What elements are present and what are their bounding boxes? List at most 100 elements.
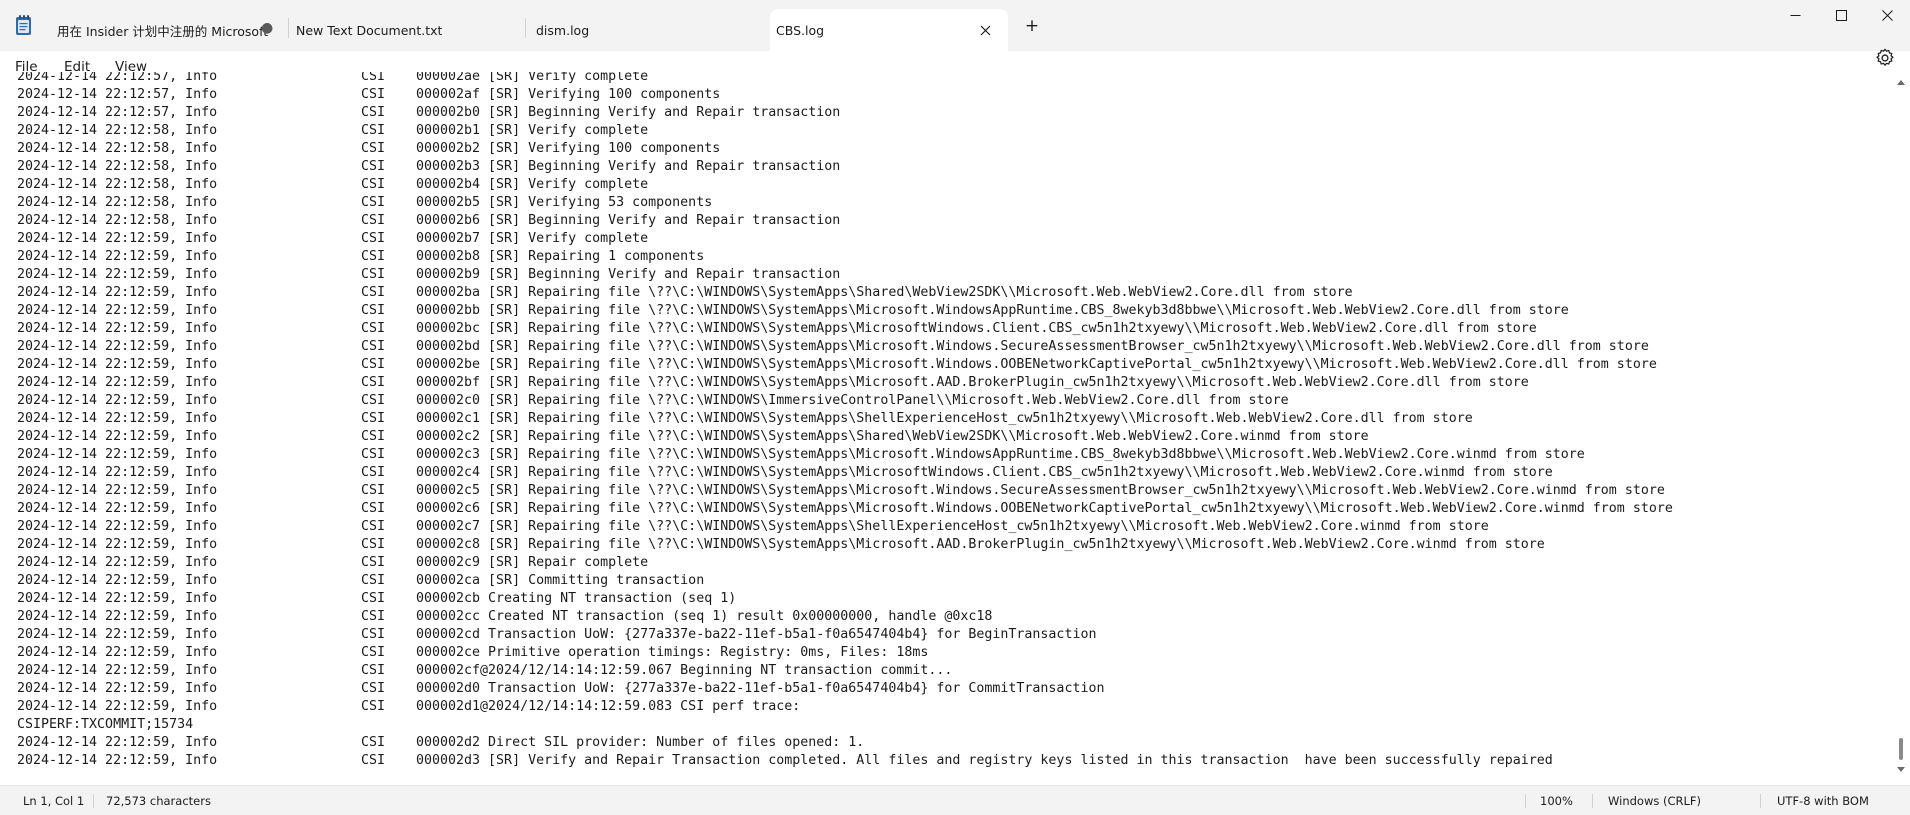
log-timestamp: 2024-12-14 22:12:59, Info	[17, 447, 218, 462]
log-timestamp: CSIPERF:TXCOMMIT;15734	[17, 717, 194, 732]
log-message: 000002cc Created NT transaction (seq 1) …	[416, 609, 993, 624]
log-message: 000002d3 [SR] Verify and Repair Transact…	[416, 753, 1553, 768]
log-timestamp: 2024-12-14 22:12:59, Info	[17, 267, 218, 282]
log-component: CSI	[361, 465, 386, 480]
log-message: 000002cd Transaction UoW: {277a337e-ba22…	[416, 627, 1097, 642]
log-timestamp: 2024-12-14 22:12:59, Info	[17, 321, 218, 336]
log-message: 000002c4 [SR] Repairing file \??\C:\WIND…	[416, 465, 1553, 480]
log-message: 000002c7 [SR] Repairing file \??\C:\WIND…	[416, 519, 1489, 534]
log-timestamp: 2024-12-14 22:12:59, Info	[17, 357, 218, 372]
log-component: CSI	[361, 267, 386, 282]
maximize-button[interactable]	[1818, 0, 1864, 30]
log-component: CSI	[361, 393, 386, 408]
log-timestamp: 2024-12-14 22:12:59, Info	[17, 429, 218, 444]
new-tab-button[interactable]: +	[1020, 14, 1044, 38]
log-timestamp: 2024-12-14 22:12:59, Info	[17, 627, 218, 642]
log-message: 000002b8 [SR] Repairing 1 components	[416, 249, 705, 264]
log-message: 000002b2 [SR] Verifying 100 components	[416, 141, 721, 156]
cursor-position[interactable]: Ln 1, Col 1	[23, 786, 84, 815]
scroll-down-arrow-icon[interactable]	[1896, 766, 1906, 774]
log-timestamp: 2024-12-14 22:12:59, Info	[17, 501, 218, 516]
log-component: CSI	[361, 663, 386, 678]
log-message: 000002d2 Direct SIL provider: Number of …	[416, 735, 865, 750]
text-editor[interactable]: 2024-12-14 22:12:57, Info CSI 000002ae […	[0, 72, 1892, 785]
log-timestamp: 2024-12-14 22:12:59, Info	[17, 681, 218, 696]
log-timestamp: 2024-12-14 22:12:58, Info	[17, 213, 218, 228]
log-component: CSI	[361, 447, 386, 462]
log-message: 000002c5 [SR] Repairing file \??\C:\WIND…	[416, 483, 1665, 498]
log-component: CSI	[361, 555, 386, 570]
log-component: CSI	[361, 231, 386, 246]
log-message: 000002d0 Transaction UoW: {277a337e-ba22…	[416, 681, 1105, 696]
log-timestamp: 2024-12-14 22:12:57, Info	[17, 87, 218, 102]
log-component: CSI	[361, 321, 386, 336]
log-component: CSI	[361, 105, 386, 120]
log-component: CSI	[361, 627, 386, 642]
log-component: CSI	[361, 213, 386, 228]
tab-new-text-document[interactable]: New Text Document.txt	[289, 9, 529, 51]
status-divider	[1525, 794, 1526, 808]
log-component: CSI	[361, 195, 386, 210]
zoom-level[interactable]: 100%	[1540, 786, 1573, 815]
log-message: 000002cb Creating NT transaction (seq 1)	[416, 591, 737, 606]
log-component: CSI	[361, 501, 386, 516]
log-component: CSI	[361, 483, 386, 498]
tab-insider[interactable]: 用在 Insider 计划中注册的 Microsoft ●	[46, 9, 286, 51]
log-timestamp: 2024-12-14 22:12:59, Info	[17, 519, 218, 534]
scrollbar-thumb[interactable]	[1899, 738, 1903, 760]
log-timestamp: 2024-12-14 22:12:59, Info	[17, 591, 218, 606]
log-timestamp: 2024-12-14 22:12:59, Info	[17, 537, 218, 552]
log-timestamp: 2024-12-14 22:12:58, Info	[17, 159, 218, 174]
log-message: 000002be [SR] Repairing file \??\C:\WIND…	[416, 357, 1657, 372]
log-component: CSI	[361, 357, 386, 372]
scroll-up-arrow-icon[interactable]	[1896, 78, 1906, 86]
log-timestamp: 2024-12-14 22:12:57, Info	[17, 105, 218, 120]
log-timestamp: 2024-12-14 22:12:57, Info	[17, 72, 218, 84]
log-timestamp: 2024-12-14 22:12:58, Info	[17, 141, 218, 156]
log-message: 000002b3 [SR] Beginning Verify and Repai…	[416, 159, 841, 174]
close-window-button[interactable]	[1864, 0, 1910, 30]
log-message: 000002ca [SR] Committing transaction	[416, 573, 705, 588]
minimize-button[interactable]	[1772, 0, 1818, 30]
log-message: 000002bc [SR] Repairing file \??\C:\WIND…	[416, 321, 1537, 336]
log-timestamp: 2024-12-14 22:12:59, Info	[17, 249, 218, 264]
log-component: CSI	[361, 87, 386, 102]
log-message: 000002ba [SR] Repairing file \??\C:\WIND…	[416, 285, 1353, 300]
log-timestamp: 2024-12-14 22:12:59, Info	[17, 339, 218, 354]
tab-cbs-log[interactable]: CBS.log	[770, 9, 1008, 51]
line-ending[interactable]: Windows (CRLF)	[1608, 786, 1701, 815]
log-component: CSI	[361, 141, 386, 156]
log-message: 000002bf [SR] Repairing file \??\C:\WIND…	[416, 375, 1529, 390]
log-component: CSI	[361, 699, 386, 714]
log-component: CSI	[361, 303, 386, 318]
status-divider	[1760, 794, 1761, 808]
close-tab-icon[interactable]	[973, 18, 997, 42]
log-timestamp: 2024-12-14 22:12:59, Info	[17, 555, 218, 570]
vertical-scrollbar[interactable]	[1892, 72, 1910, 785]
log-component: CSI	[361, 591, 386, 606]
encoding[interactable]: UTF-8 with BOM	[1777, 786, 1869, 815]
log-timestamp: 2024-12-14 22:12:59, Info	[17, 411, 218, 426]
tab-label: dism.log	[536, 22, 590, 38]
log-message: 000002ce Primitive operation timings: Re…	[416, 645, 929, 660]
log-message: 000002c9 [SR] Repair complete	[416, 555, 649, 570]
log-component: CSI	[361, 411, 386, 426]
log-message: 000002b0 [SR] Beginning Verify and Repai…	[416, 105, 841, 120]
log-timestamp: 2024-12-14 22:12:59, Info	[17, 573, 218, 588]
log-timestamp: 2024-12-14 22:12:59, Info	[17, 645, 218, 660]
log-component: CSI	[361, 681, 386, 696]
settings-gear-icon[interactable]	[1874, 47, 1896, 69]
log-message: 000002ae [SR] Verify complete	[416, 72, 649, 84]
unsaved-dot-icon: ●	[261, 20, 274, 36]
notepad-app-icon	[16, 15, 31, 35]
log-timestamp: 2024-12-14 22:12:59, Info	[17, 303, 218, 318]
log-timestamp: 2024-12-14 22:12:59, Info	[17, 465, 218, 480]
log-timestamp: 2024-12-14 22:12:59, Info	[17, 699, 218, 714]
log-message: 000002c1 [SR] Repairing file \??\C:\WIND…	[416, 411, 1473, 426]
tab-dism-log[interactable]: dism.log	[526, 9, 766, 51]
log-timestamp: 2024-12-14 22:12:59, Info	[17, 285, 218, 300]
log-timestamp: 2024-12-14 22:12:59, Info	[17, 735, 218, 750]
log-message: 000002b5 [SR] Verifying 53 components	[416, 195, 713, 210]
tab-label: New Text Document.txt	[296, 22, 443, 38]
log-message: 000002d1@2024/12/14:14:12:59.083 CSI per…	[416, 699, 801, 714]
